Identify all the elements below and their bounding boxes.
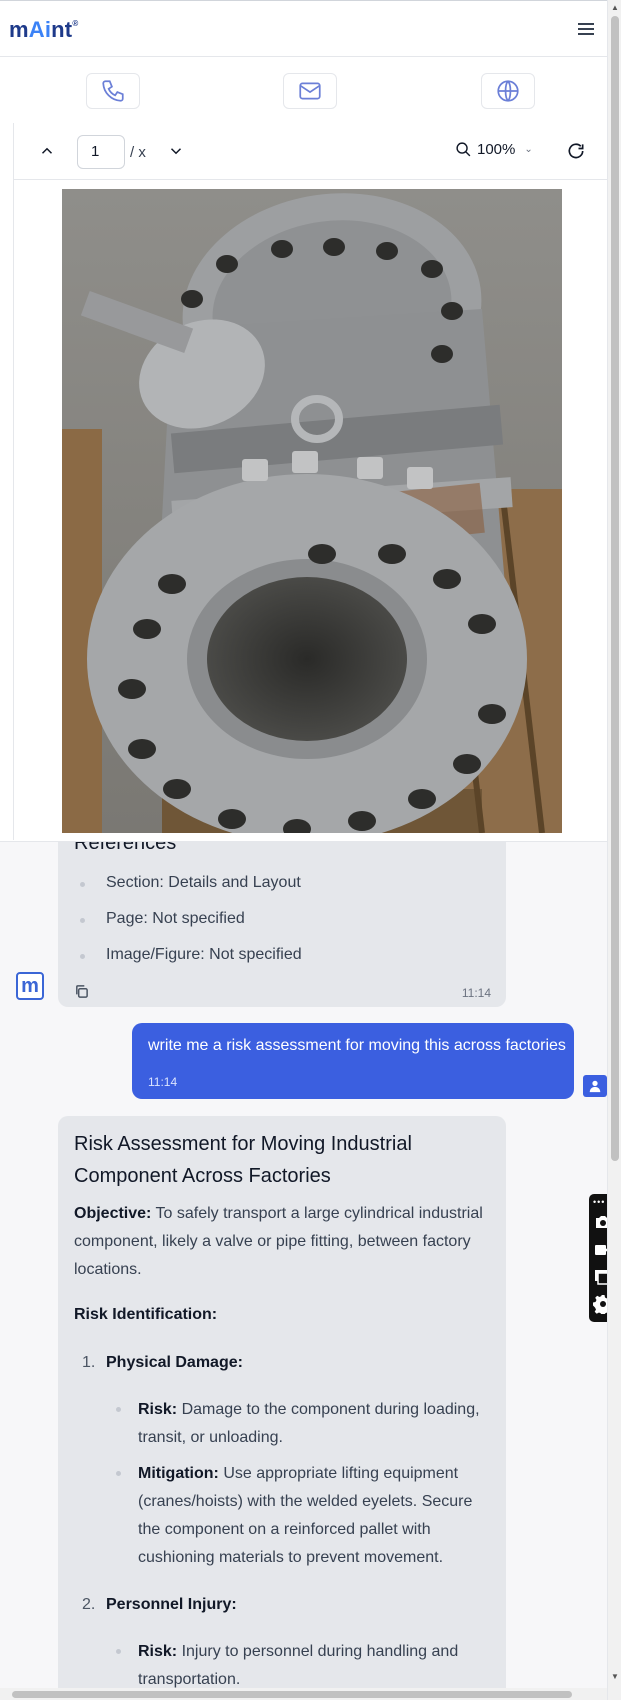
scrollbar-thumb[interactable] [611, 16, 619, 1161]
zoom-select[interactable]: 100% ⌄ [455, 141, 533, 158]
document-viewer: 1 / x 100% ⌄ [13, 123, 608, 840]
message-timestamp: 11:14 [148, 1075, 178, 1089]
page-number-input[interactable]: 1 [77, 135, 125, 169]
list-item: Risk: Injury to personnel during handlin… [116, 1638, 488, 1694]
list-item: 2. Personnel Injury: [82, 1596, 237, 1613]
viewer-toolbar: 1 / x 100% ⌄ [14, 123, 608, 180]
top-navbar: mAint® [0, 0, 607, 57]
chevron-down-icon: ⌄ [524, 144, 533, 155]
list-item: Page: Not specified [80, 910, 245, 927]
phone-icon [102, 80, 124, 102]
phone-button[interactable] [86, 73, 140, 109]
hamburger-icon[interactable] [576, 20, 596, 38]
vertical-scrollbar[interactable]: ▲ ▼ [607, 0, 621, 1700]
scroll-down-icon[interactable]: ▼ [611, 1672, 619, 1681]
next-page-button[interactable] [167, 142, 185, 160]
list-item: Risk: Damage to the component during loa… [116, 1396, 488, 1452]
refresh-icon [568, 143, 584, 159]
horizontal-scrollbar[interactable] [0, 1688, 607, 1700]
list-item: Section: Details and Layout [80, 874, 301, 891]
email-button[interactable] [283, 73, 337, 109]
search-icon [456, 142, 471, 157]
globe-icon [497, 80, 519, 102]
chevron-up-icon [41, 147, 53, 154]
contact-row [0, 57, 607, 123]
list-item: Image/Figure: Not specified [80, 946, 302, 963]
zoom-value: 100% [477, 141, 516, 158]
user-icon [589, 1080, 601, 1093]
page-total: / x [130, 144, 146, 161]
maint-logo[interactable]: mAint® [9, 17, 78, 43]
bot-message: References Section: Details and Layout P… [58, 841, 506, 1007]
user-message: write me a risk assessment for moving th… [132, 1023, 574, 1099]
references-heading: References [74, 841, 177, 854]
chat-panel: References Section: Details and Layout P… [0, 841, 607, 1700]
list-item: Mitigation: Use appropriate lifting equi… [116, 1460, 488, 1572]
valve-photo [62, 189, 562, 833]
website-button[interactable] [481, 73, 535, 109]
bot-message: Risk Assessment for Moving Industrial Co… [58, 1116, 506, 1700]
scroll-up-icon[interactable]: ▲ [611, 3, 619, 12]
copy-icon[interactable] [74, 984, 89, 999]
message-timestamp: 11:14 [461, 986, 491, 1000]
more-icon[interactable]: ••• [593, 1197, 605, 1207]
previous-page-button[interactable] [38, 142, 56, 160]
chevron-down-icon [170, 148, 182, 155]
scrollbar-thumb[interactable] [12, 1691, 572, 1698]
mail-icon [299, 82, 321, 100]
bot-avatar: m [16, 972, 44, 1000]
objective-paragraph: Objective: To safely transport a large c… [74, 1205, 483, 1278]
user-avatar [583, 1075, 607, 1097]
list-item: 1. Physical Damage: [82, 1354, 243, 1371]
user-message-text: write me a risk assessment for moving th… [148, 1037, 566, 1054]
refresh-button[interactable] [566, 141, 586, 161]
message-title: Risk Assessment for Moving Industrial Co… [74, 1133, 412, 1187]
risk-identification-label: Risk Identification: [74, 1306, 218, 1323]
